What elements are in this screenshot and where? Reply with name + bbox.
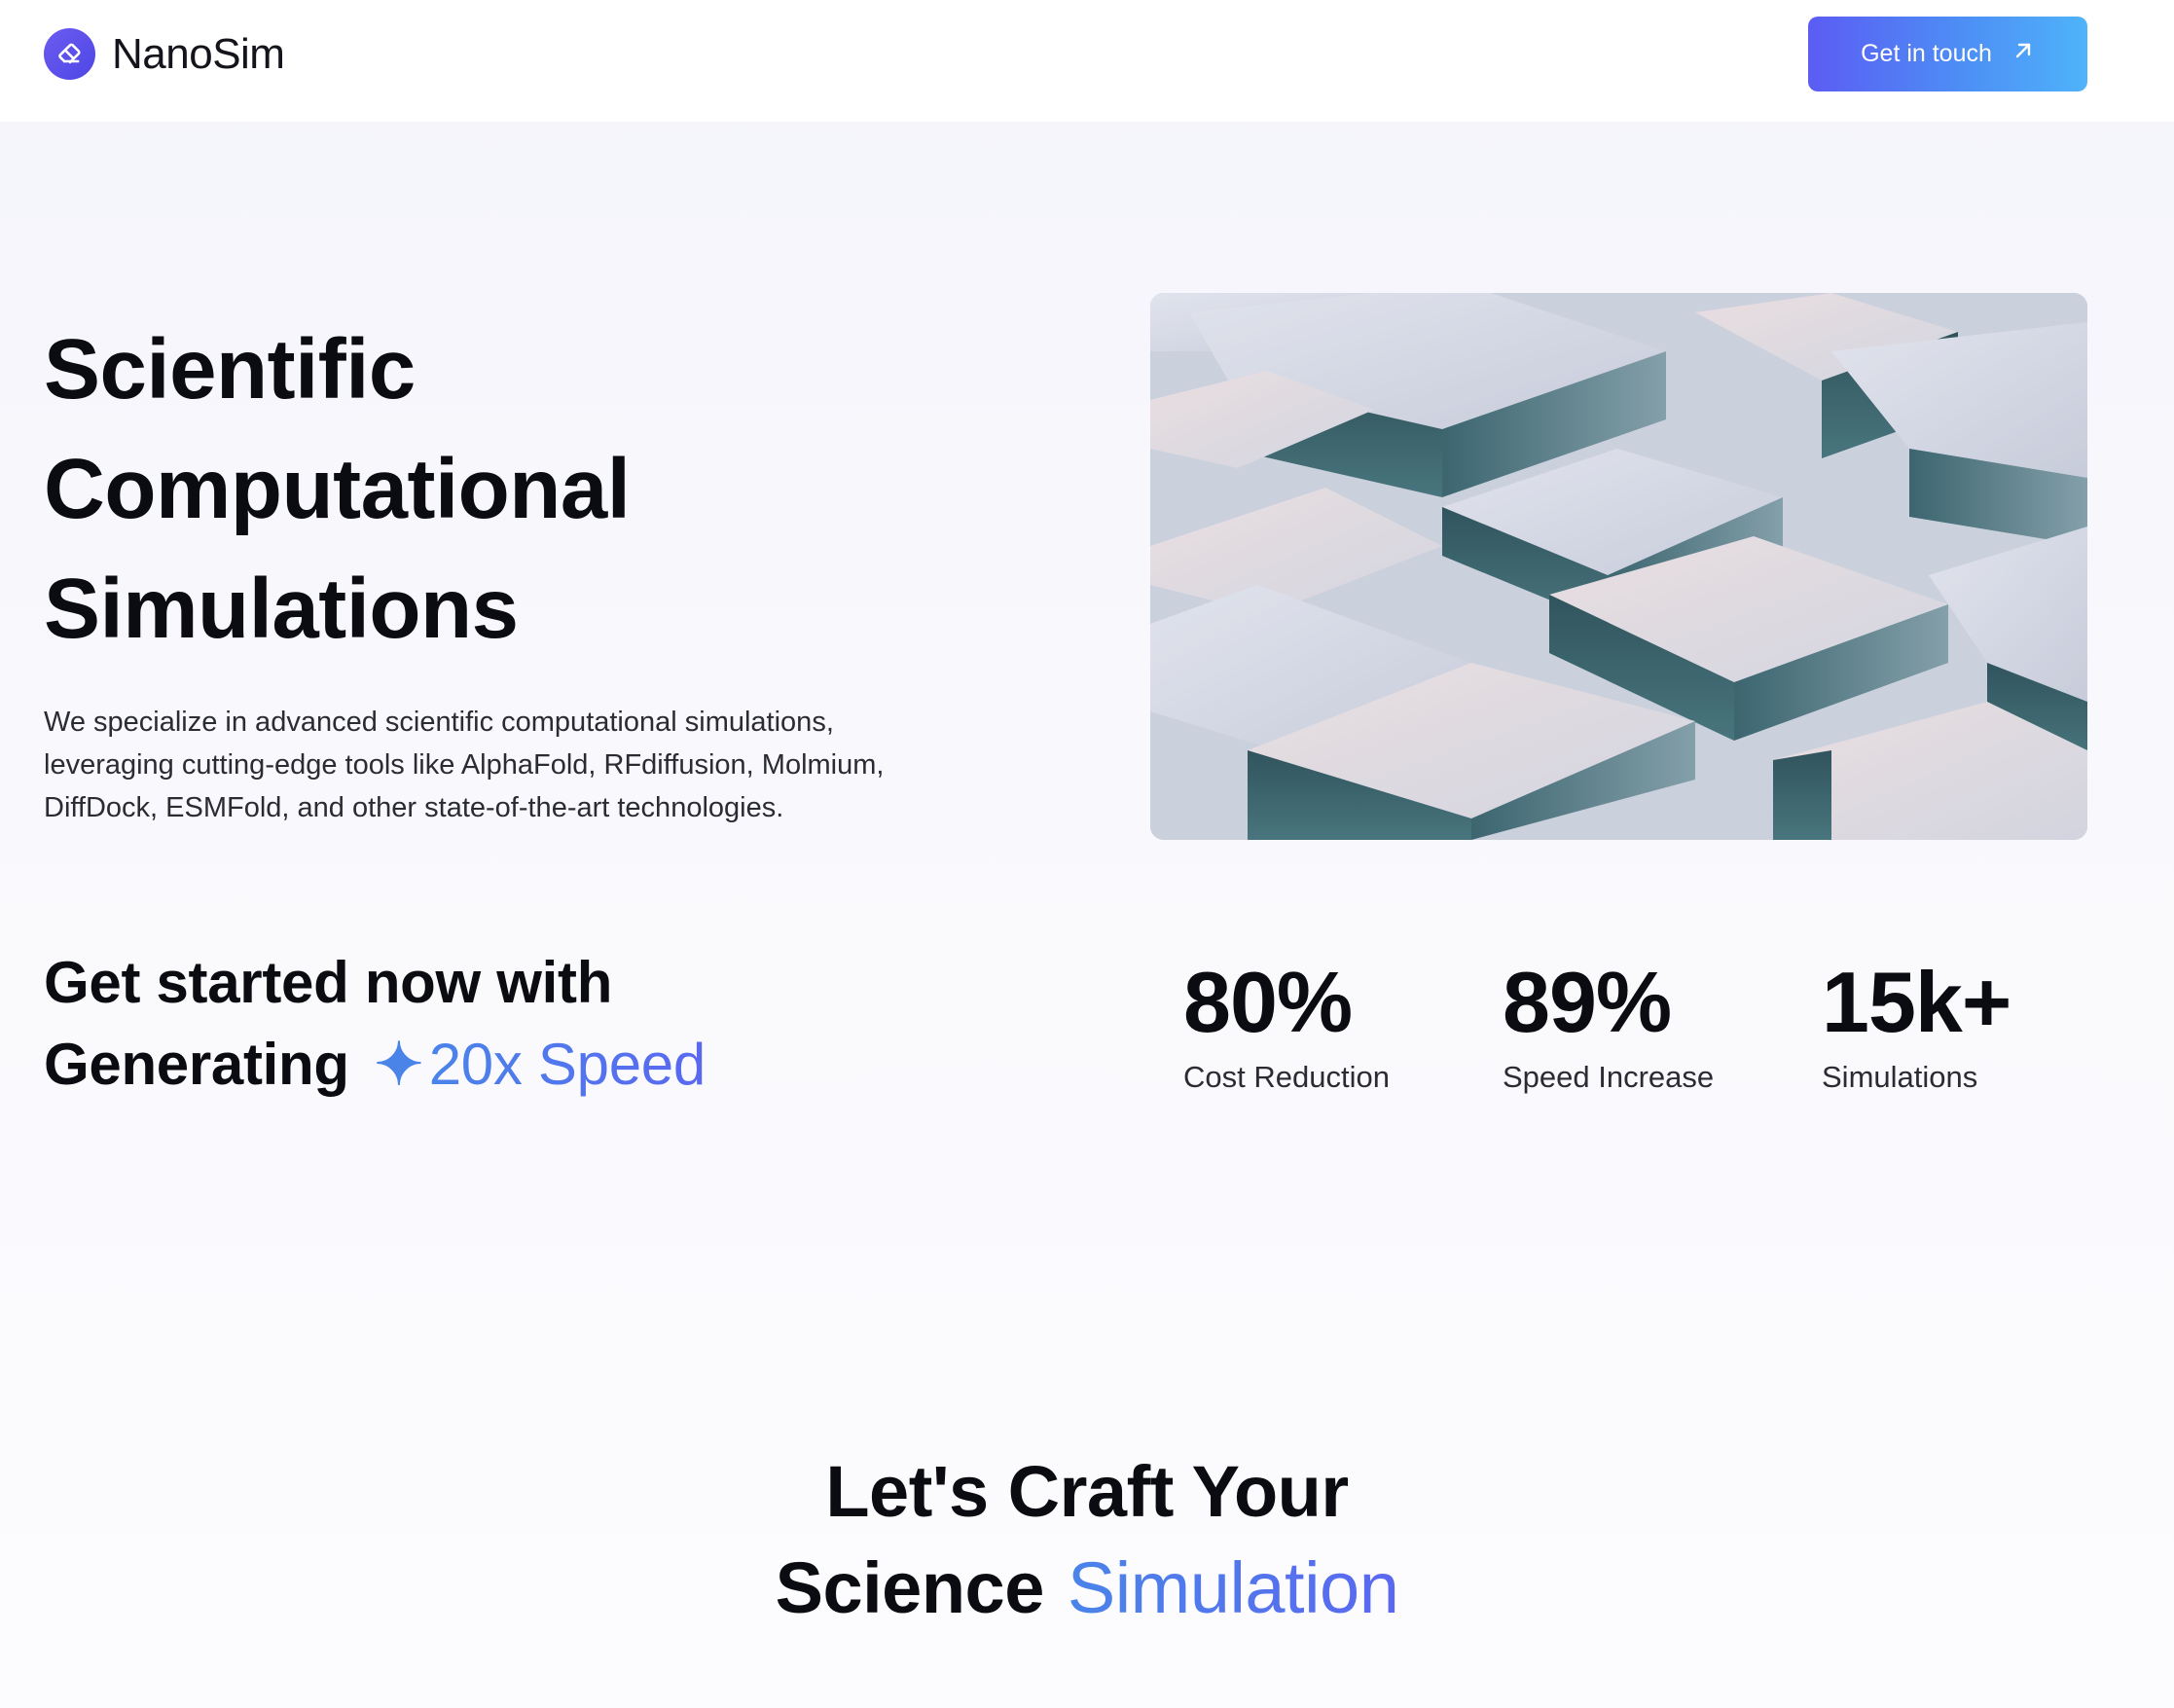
stat-value: 89% (1503, 954, 1672, 1050)
eraser-icon (44, 28, 95, 80)
stat-value: 80% (1183, 954, 1353, 1050)
craft-section-heading: Let's Craft Your Science Simulation (0, 1443, 2174, 1636)
stat-simulations: 15k+ Simulations (1822, 949, 2133, 1095)
stat-label: Cost Reduction (1183, 1060, 1390, 1094)
stat-value: 15k+ (1822, 954, 2011, 1050)
arrow-up-right-icon (2011, 39, 2035, 69)
stat-label: Speed Increase (1503, 1060, 1715, 1094)
get-started-line-2: Generating ✦ 20x Speed (44, 1024, 1017, 1106)
hero-glass-cubes-image (1150, 293, 2087, 840)
hero-description: We specialize in advanced scientific com… (44, 701, 1017, 829)
hero-title-line: Scientific (44, 322, 416, 417)
brand-logo[interactable]: NanoSim (44, 28, 285, 80)
craft-prefix: Science (775, 1547, 1045, 1628)
hero-description-line: We specialize in advanced scientific com… (44, 707, 834, 738)
craft-line-1: Let's Craft Your (825, 1451, 1349, 1532)
speed-accent-text: 20x Speed (428, 1032, 707, 1097)
brand-name: NanoSim (112, 29, 285, 78)
stat-label: Simulations (1822, 1060, 1978, 1094)
hero-title-line: Simulations (44, 562, 519, 656)
stat-cost-reduction: 80% Cost Reduction (1183, 949, 1495, 1095)
get-started-heading: Get started now with Generating ✦ 20x Spee… (44, 942, 1017, 1106)
sparkle-icon: ✦ (374, 1032, 423, 1097)
get-started-prefix: Generating (44, 1032, 349, 1097)
stat-speed-increase: 89% Speed Increase (1503, 949, 1814, 1095)
hero-description-line: leveraging cutting-edge tools like Alpha… (44, 749, 885, 781)
hero-description-line: DiffDock, ESMFold, and other state-of-th… (44, 792, 784, 823)
hero-title: Scientific Computational Simulations (44, 309, 920, 669)
hero-title-line: Computational (44, 442, 631, 536)
simulation-accent-text: Simulation (1067, 1547, 1399, 1628)
get-started-line-1: Get started now with (44, 950, 613, 1015)
craft-line-2: Science Simulation (0, 1540, 2174, 1636)
site-header: NanoSim Get in touch (0, 0, 2174, 122)
get-in-touch-label: Get in touch (1861, 40, 1992, 67)
get-in-touch-button[interactable]: Get in touch (1808, 17, 2087, 91)
